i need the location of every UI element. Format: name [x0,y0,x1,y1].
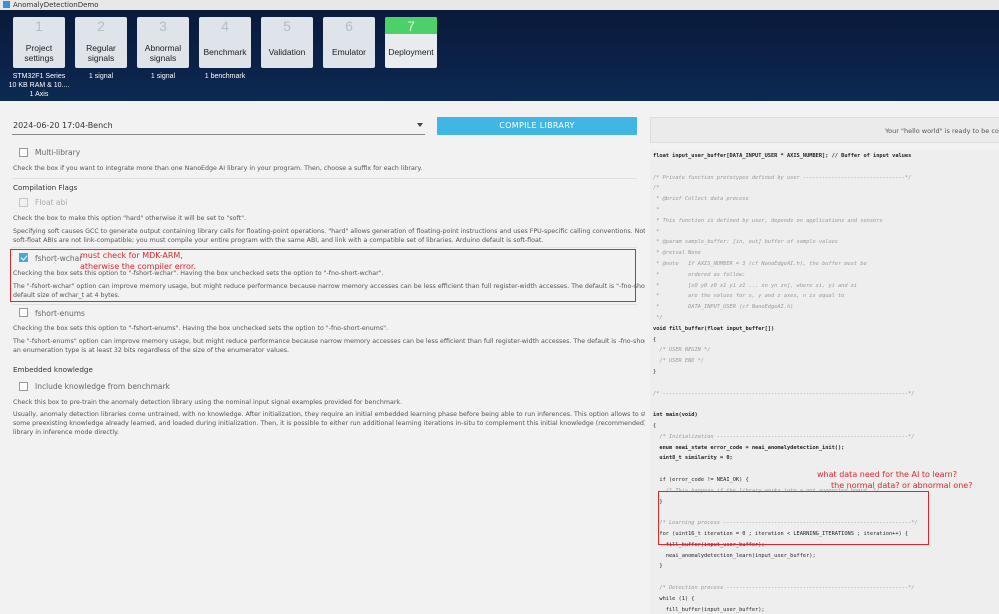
code-line: */ [653,315,663,321]
step-label: Deployment [388,47,434,57]
float-abi-desc: soft-float ABIs are not link-compatible;… [13,237,544,244]
code-line: while (1) { [653,595,695,602]
step-number: 2 [97,18,105,34]
code-line: } [653,369,657,375]
code-line: /* USER BEGIN */ [653,347,711,354]
include-knowledge-desc: Check this box to pre-train the anomaly … [13,399,403,406]
step-deployment[interactable]: 7 Deployment [385,17,437,68]
code-line: { [653,336,657,343]
annotation-highlight-box [658,491,929,545]
step-number: 7 [385,17,437,34]
include-knowledge-desc: library in inference mode directly. [13,429,119,436]
code-line: enum neai_state error_code = neai_anomal… [653,444,845,451]
step-label-line: Regular [86,43,116,53]
step-benchmark[interactable]: 4 Benchmark [199,17,251,68]
benchmark-select-value: 2024-06-20 17:04-Bench [13,121,113,130]
step-label: Validation [268,47,306,57]
code-line: * [x0 y0 z0 x1 y1 z1 ... xn yn zn], wher… [653,282,858,289]
step-label-line: signals [149,53,177,63]
step-benchmark-summary: 1 benchmark [204,73,246,80]
code-line: int main(void) [653,412,698,419]
code-line: void fill_buffer(float input_buffer[]) [653,325,775,332]
step-label-line: settings [24,53,54,63]
embedded-knowledge-title: Embedded knowledge [13,365,93,374]
code-line: * [653,228,660,235]
code-line: * [653,207,660,213]
code-line: /* [653,185,660,192]
hello-world-text: Your "hello world" is ready to be cop [885,127,999,135]
code-line: uint8_t similarity = 0; [653,455,733,462]
code-line: /* Initialization ----------------------… [653,433,915,440]
step-regular-signals[interactable]: 2 Regular signals [75,17,127,68]
annotation-text: the normal data? or abnormal one? [831,481,973,490]
step-label-line: Project [25,43,53,53]
code-line: if (error_code != NEAI_OK) { [653,477,749,483]
benchmark-select[interactable]: 2024-06-20 17:04-Bench [12,117,425,135]
code-line: * DATA_INPUT_USER (cf NanoEdgeAI.h) [653,304,794,311]
workflow-step-bar: 1 Project settings 2 Regular signals 3 Abn… [0,10,999,101]
annotation-text: must check for MDK-ARM, [80,251,183,260]
include-knowledge-label: Include knowledge from benchmark [35,382,170,391]
step-emulator[interactable]: 6 Emulator [323,17,375,68]
code-line: /* -------------------------------------… [653,390,915,397]
step-label-line: signals [87,53,115,63]
code-line: * This function is defined by user, depe… [653,217,883,224]
step-label: Benchmark [203,47,247,57]
step-regular-summary: 1 signal [88,73,114,80]
code-line: /* Private function prototypes defined b… [653,174,912,181]
code-line: neai_anomalydetection_learn(input_user_b… [653,552,816,559]
step-abnormal-signals[interactable]: 3 Abnormal signals [137,17,189,68]
compilation-flags-title: Compilation Flags [13,183,78,192]
multi-library-label: Multi-library [35,148,81,157]
code-line: float input_user_buffer[DATA_INPUT_USER … [653,153,912,159]
hello-world-banner: Your "hello world" is ready to be cop [650,117,999,143]
float-abi-checkbox[interactable] [19,198,28,207]
divider [12,247,637,248]
code-line: * @note If AXIS_NUMBER = 3 (cf NanoEdgeA… [653,261,867,267]
step-abnormal-summary: 1 signal [150,73,176,80]
multi-library-checkbox[interactable] [19,148,28,157]
code-line: * @param sample_buffer: [in, out] buffer… [653,239,838,246]
step-label-line: Abnormal [144,43,182,53]
fshort-enums-desc: Checking the box sets this option to "-f… [13,325,389,332]
compile-library-button[interactable]: COMPILE LIBRARY [437,117,637,135]
app-icon [3,1,10,8]
code-line: * @brief Collect data process [653,196,749,203]
divider [12,304,637,305]
code-line: * ordered as follow: [653,271,746,278]
window-title: AnomalyDetectionDemo [13,1,99,9]
step-number: 3 [159,18,167,34]
fshort-enums-checkbox[interactable] [19,308,28,317]
code-line: /* USER END */ [653,358,705,365]
step-label: Emulator [331,47,366,57]
code-line: * are the values for x, y and z axes, n … [653,293,845,300]
step-number: 4 [221,18,229,34]
step-number: 1 [35,18,43,34]
code-line: fill_buffer(input_user_buffer); [653,606,765,613]
float-abi-label: Float abi [35,198,68,207]
code-line: * @retval None [653,250,701,257]
code-line: } [653,563,663,570]
annotation-text: atherwise the compiler error. [80,262,196,271]
fshort-enums-desc: an enumeration type is at least 32 bits … [13,347,289,354]
multi-library-desc: Check the box if you want to integrate m… [13,165,423,172]
step-validation[interactable]: 5 Validation [261,17,313,68]
window-titlebar: AnomalyDetectionDemo [0,0,999,10]
step-project-settings[interactable]: 1 Project settings [13,17,65,68]
code-line: /* Detection process -------------------… [653,585,915,591]
float-abi-desc: Check the box to make this option "hard"… [13,215,247,222]
include-knowledge-checkbox[interactable] [19,382,28,391]
annotation-text: what data need for the AI to learn? [817,470,957,479]
divider [12,178,637,179]
step-project-summary: STM32F1 Series 10 KB RAM & 10.... 1 Axis [8,73,70,98]
step-number: 5 [283,18,291,34]
fshort-enums-label: fshort-enums [35,309,85,318]
step-number: 6 [345,18,353,34]
chevron-down-icon [417,123,423,127]
code-line: { [653,423,657,429]
